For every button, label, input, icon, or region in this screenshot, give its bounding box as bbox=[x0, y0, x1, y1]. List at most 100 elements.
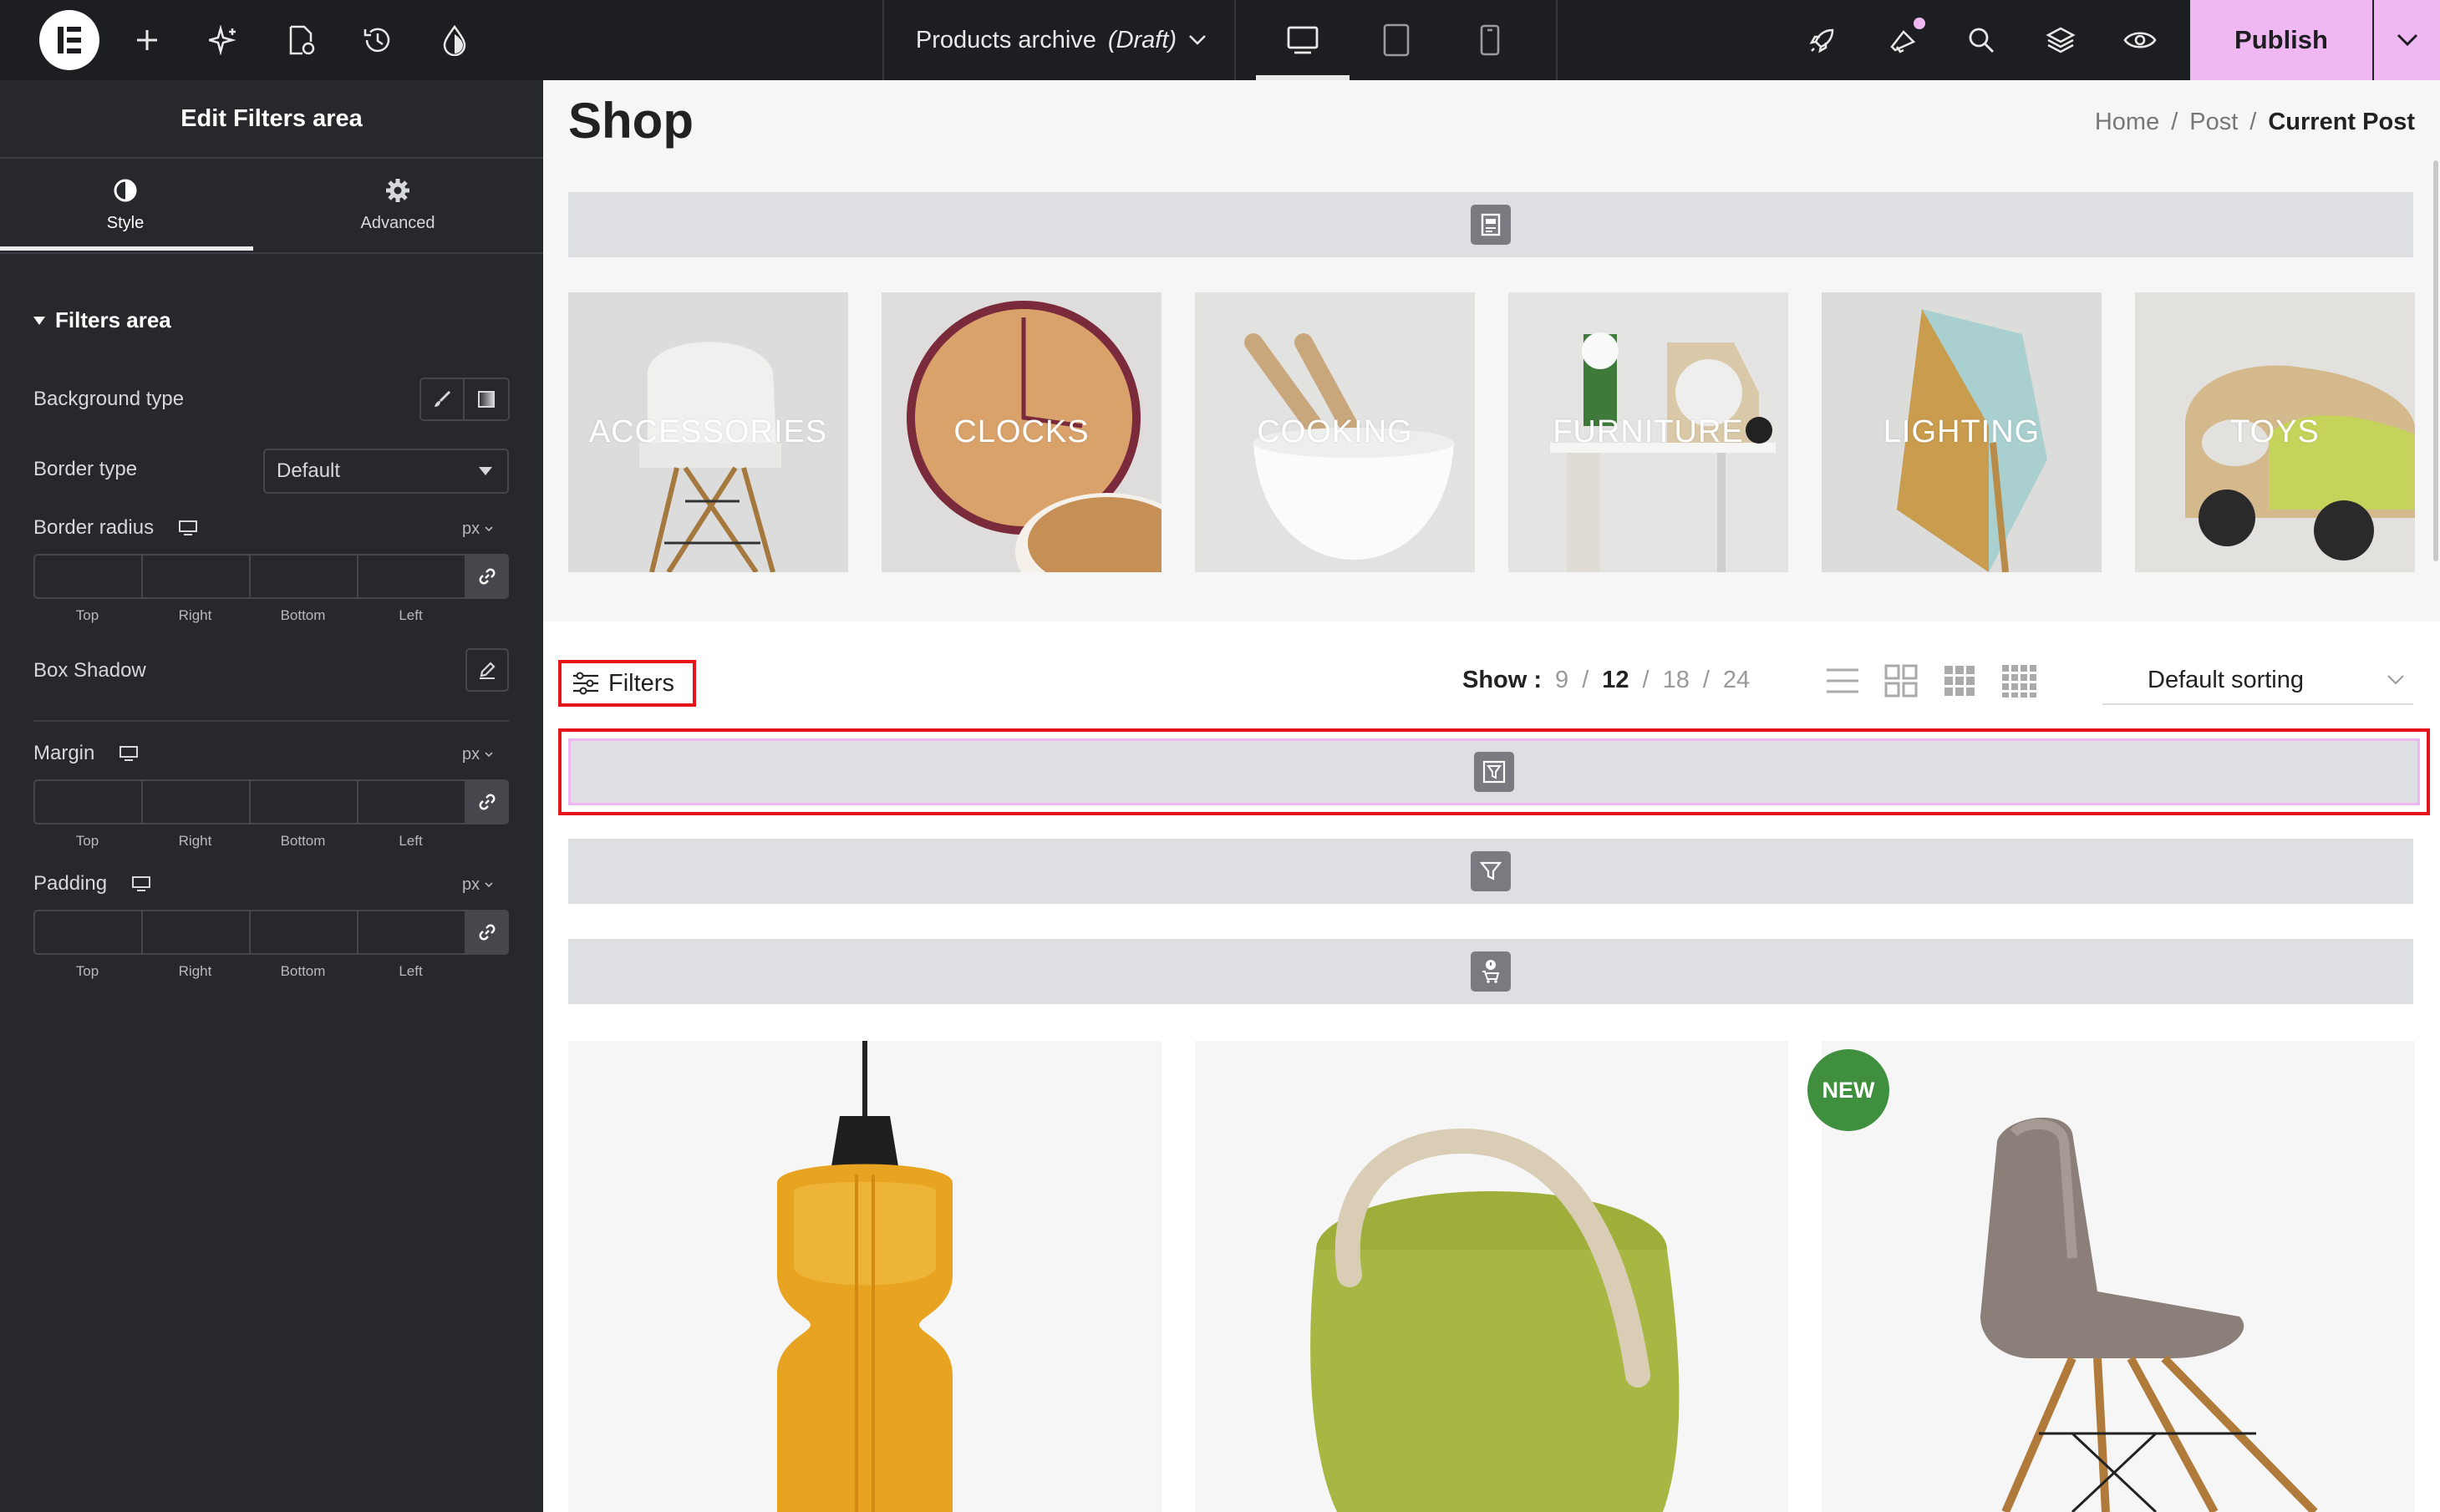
filters-area-widget-highlight[interactable] bbox=[558, 728, 2430, 815]
per-page-separator: / bbox=[1582, 667, 1589, 693]
margin-left-input[interactable] bbox=[358, 781, 466, 823]
responsive-desktop-icon[interactable] bbox=[119, 746, 139, 761]
product-card[interactable] bbox=[1822, 1041, 2415, 1512]
canvas-scrollbar[interactable] bbox=[2433, 160, 2438, 561]
border-type-select[interactable]: Default bbox=[263, 449, 509, 494]
history-icon[interactable] bbox=[356, 18, 399, 62]
border-radius-label-row: Border radius bbox=[33, 516, 198, 540]
tab-style[interactable]: Style bbox=[0, 177, 251, 233]
margin-unit-select[interactable]: px bbox=[462, 745, 493, 764]
padding-label: Padding bbox=[33, 872, 108, 895]
filters-toggle-button[interactable]: Filters bbox=[558, 660, 696, 707]
category-tile-lighting[interactable]: LIGHTING bbox=[1822, 292, 2102, 572]
tab-advanced-label: Advanced bbox=[360, 214, 435, 232]
border-radius-top-input[interactable] bbox=[35, 556, 143, 597]
margin-dim-labels: Top Right Bottom Left bbox=[33, 833, 465, 850]
border-radius-inputs bbox=[33, 554, 509, 599]
responsive-desktop-icon[interactable] bbox=[179, 520, 198, 535]
per-page-option-12[interactable]: 12 bbox=[1602, 667, 1629, 694]
list-view-icon[interactable] bbox=[1825, 663, 1860, 698]
mobile-icon[interactable] bbox=[1468, 18, 1512, 62]
no-products-notice-widget[interactable] bbox=[568, 939, 2413, 1004]
product-card[interactable] bbox=[568, 1041, 1162, 1512]
border-radius-unit-select[interactable]: px bbox=[462, 520, 493, 539]
box-shadow-edit-button[interactable] bbox=[465, 648, 509, 692]
notification-dot bbox=[1914, 18, 1925, 29]
filter-area-icon bbox=[1474, 752, 1514, 792]
per-page-option-9[interactable]: 9 bbox=[1555, 667, 1568, 694]
category-label: FURNITURE bbox=[1553, 414, 1744, 449]
responsive-desktop-icon[interactable] bbox=[132, 876, 151, 891]
elementor-logo-icon[interactable] bbox=[39, 10, 99, 70]
document-title-dropdown[interactable]: Products archive (Draft) bbox=[886, 0, 1237, 80]
padding-unit-select[interactable]: px bbox=[462, 875, 493, 895]
archive-description-widget[interactable] bbox=[568, 192, 2413, 257]
border-radius-left-input[interactable] bbox=[358, 556, 466, 597]
publish-button[interactable]: Publish bbox=[2190, 0, 2372, 80]
chevron-down-icon bbox=[485, 882, 493, 888]
rocket-icon[interactable] bbox=[1801, 18, 1844, 62]
gear-icon bbox=[272, 177, 523, 204]
brush-icon[interactable] bbox=[421, 379, 465, 419]
breadcrumb: Home / Post / Current Post bbox=[2095, 109, 2415, 136]
divider bbox=[882, 0, 884, 80]
margin-label-row: Margin bbox=[33, 742, 139, 765]
category-tile-cooking[interactable]: COOKING bbox=[1195, 292, 1475, 572]
unit-label: px bbox=[462, 745, 480, 764]
padding-top-input[interactable] bbox=[35, 911, 143, 953]
padding-inputs bbox=[33, 910, 509, 955]
category-tile-accessories[interactable]: ACCESSORIES bbox=[568, 292, 848, 572]
link-values-icon[interactable] bbox=[466, 556, 507, 597]
search-icon[interactable] bbox=[1960, 18, 2003, 62]
grid-3-view-icon[interactable] bbox=[1942, 663, 1977, 698]
grid-2-view-icon[interactable] bbox=[1883, 663, 1919, 698]
padding-bottom-input[interactable] bbox=[251, 911, 358, 953]
margin-right-input[interactable] bbox=[143, 781, 251, 823]
layers-icon[interactable] bbox=[2039, 18, 2082, 62]
per-page-option-18[interactable]: 18 bbox=[1663, 667, 1690, 694]
dim-label-top: Top bbox=[75, 963, 99, 979]
divider bbox=[1234, 0, 1236, 80]
category-tile-toys[interactable]: TOYS bbox=[2135, 292, 2415, 572]
page-settings-icon[interactable] bbox=[279, 18, 323, 62]
category-tile-furniture[interactable]: FURNITURE bbox=[1508, 292, 1788, 572]
dim-label-right: Right bbox=[178, 833, 212, 849]
tablet-icon[interactable] bbox=[1375, 18, 1418, 62]
category-tile-clocks[interactable]: CLOCKS bbox=[882, 292, 1162, 572]
margin-top-input[interactable] bbox=[35, 781, 143, 823]
breadcrumb-home[interactable]: Home bbox=[2095, 109, 2159, 136]
margin-bottom-input[interactable] bbox=[251, 781, 358, 823]
product-card[interactable] bbox=[1195, 1041, 1788, 1512]
section-toggle[interactable]: Filters area bbox=[33, 307, 171, 333]
preview-eye-icon[interactable] bbox=[2118, 18, 2162, 62]
add-icon[interactable] bbox=[125, 18, 169, 62]
active-filters-widget[interactable] bbox=[568, 839, 2413, 904]
caret-down-icon bbox=[33, 316, 45, 325]
category-label: COOKING bbox=[1257, 414, 1413, 449]
link-values-icon[interactable] bbox=[466, 781, 507, 823]
dim-label-left: Left bbox=[399, 833, 423, 849]
gradient-icon[interactable] bbox=[465, 379, 508, 419]
filters-area-widget[interactable] bbox=[568, 738, 2420, 805]
tab-advanced[interactable]: Advanced bbox=[272, 177, 523, 233]
desktop-icon[interactable] bbox=[1281, 18, 1324, 62]
ai-sparkle-icon[interactable] bbox=[202, 18, 246, 62]
caret-down-icon bbox=[479, 467, 492, 475]
publish-options-button[interactable] bbox=[2374, 0, 2440, 80]
sorting-select[interactable]: Default sorting bbox=[2102, 657, 2413, 705]
theme-style-icon[interactable] bbox=[433, 18, 476, 62]
editor-top-bar: Products archive (Draft) Publish bbox=[0, 0, 2440, 80]
border-radius-bottom-input[interactable] bbox=[251, 556, 358, 597]
padding-left-input[interactable] bbox=[358, 911, 466, 953]
grid-4-view-icon[interactable] bbox=[2000, 663, 2039, 698]
divider bbox=[0, 252, 543, 254]
settings-panel: Edit Filters area Style Advanced Filters… bbox=[0, 80, 543, 1512]
per-page-option-24[interactable]: 24 bbox=[1723, 667, 1750, 694]
padding-right-input[interactable] bbox=[143, 911, 251, 953]
dim-label-left: Left bbox=[399, 607, 423, 623]
breadcrumb-post[interactable]: Post bbox=[2189, 109, 2238, 136]
border-radius-right-input[interactable] bbox=[143, 556, 251, 597]
link-values-icon[interactable] bbox=[466, 911, 507, 953]
breadcrumb-separator: / bbox=[2171, 109, 2178, 135]
preview-canvas: Shop Home / Post / Current Post ACCESSOR… bbox=[543, 80, 2440, 1512]
